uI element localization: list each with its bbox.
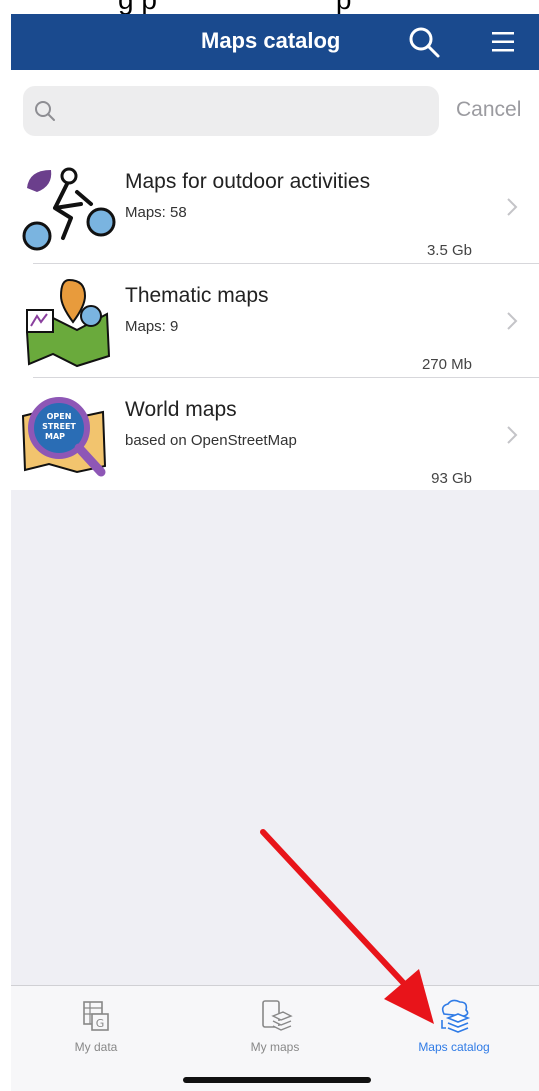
search-icon[interactable]	[406, 24, 442, 60]
tab-my-data[interactable]: G My data	[21, 996, 171, 1056]
svg-text:G: G	[96, 1017, 105, 1030]
tab-label: My maps	[250, 1040, 300, 1054]
thematic-map-icon	[25, 278, 111, 368]
cancel-button[interactable]: Cancel	[456, 98, 521, 122]
tab-my-maps[interactable]: My maps	[200, 996, 350, 1056]
chevron-right-icon	[507, 426, 518, 444]
item-subtitle: Maps: 58	[125, 204, 187, 221]
tab-maps-catalog[interactable]: Maps catalog	[379, 996, 529, 1056]
item-title: Maps for outdoor activities	[125, 170, 371, 193]
item-subtitle: Maps: 9	[125, 318, 179, 335]
list-item-world[interactable]: OPEN STREET MAP World maps based on Open…	[11, 378, 539, 491]
item-size: 3.5 Gb	[426, 242, 472, 259]
item-title: Thematic maps	[125, 284, 269, 307]
svg-text:STREET: STREET	[42, 422, 76, 431]
item-size: 93 Gb	[431, 470, 472, 487]
chevron-right-icon	[507, 312, 518, 330]
svg-text:MAP: MAP	[45, 432, 65, 441]
catalog-list: Maps for outdoor activities Maps: 58 3.5…	[11, 150, 539, 490]
list-item-outdoor[interactable]: Maps for outdoor activities Maps: 58 3.5…	[11, 150, 539, 263]
svg-text:OPEN: OPEN	[47, 412, 72, 421]
maps-catalog-icon	[441, 999, 471, 1033]
item-subtitle: based on OpenStreetMap	[125, 432, 297, 449]
my-data-icon: G	[83, 1001, 109, 1031]
cyclist-icon	[22, 167, 116, 251]
chevron-right-icon	[507, 198, 518, 216]
page-title: Maps catalog	[201, 28, 341, 53]
home-indicator	[183, 1077, 371, 1083]
tab-bar: G My data My maps Maps catalog	[11, 985, 539, 1091]
search-input[interactable]	[23, 86, 439, 136]
list-item-thematic[interactable]: Thematic maps Maps: 9 270 Mb	[11, 264, 539, 377]
tab-label: Maps catalog	[418, 1040, 490, 1054]
caption-crop: g p p	[0, 0, 539, 14]
my-maps-icon	[262, 1000, 293, 1031]
nav-header: Maps catalog	[11, 14, 539, 70]
empty-area	[11, 490, 539, 985]
tab-label: My data	[74, 1040, 118, 1054]
openstreetmap-magnifier-icon: OPEN STREET MAP	[21, 397, 107, 477]
search-bar: Cancel	[11, 70, 539, 150]
item-title: World maps	[125, 398, 237, 421]
search-icon	[35, 101, 55, 121]
menu-icon[interactable]	[488, 28, 518, 56]
item-size: 270 Mb	[421, 356, 472, 373]
